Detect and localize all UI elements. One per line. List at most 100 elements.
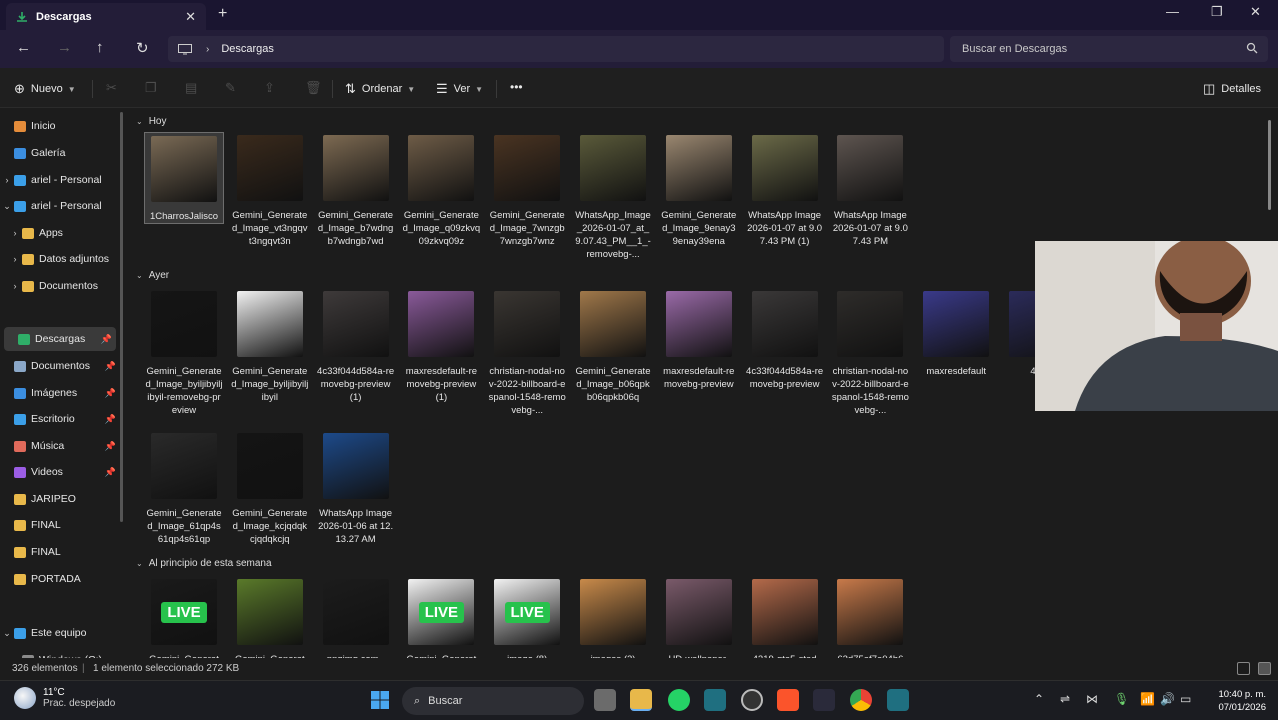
file-item[interactable]: Gemini_Generated_Image_b06qpkb06qpkb06q [573,288,653,404]
sliders-icon[interactable]: ⇌ [1060,692,1070,706]
sidebar-item[interactable]: JARIPEO [0,487,120,511]
file-item[interactable]: Gemini_Generated_Image_9enay39enay39ena [659,132,739,248]
file-item[interactable]: Gemini_Generated_Image_7wnzgb7wnzgb7wnz [487,132,567,248]
file-item[interactable]: Gemini_Generated_Image_vt3ngqvt3ngqvt3n [230,132,310,248]
file-item[interactable]: LIVEGemini_Generat [144,576,224,658]
file-item[interactable]: christian-nodal-nov-2022-billboard-espan… [830,288,910,417]
obs-icon[interactable] [741,689,763,711]
file-item[interactable]: HD-wallpaper- [659,576,739,658]
file-item[interactable]: 4c33f044d584a-removebg-preview (1) [316,288,396,404]
sidebar-item[interactable]: Inicio [0,114,120,138]
file-item[interactable]: Gemini_Generat [230,576,310,658]
sidebar-item[interactable]: ⌄ ariel - Personal [0,194,120,218]
weather-widget[interactable]: 11°C Prac. despejado [14,687,115,709]
new-button[interactable]: ⊕ Nuevo ▼ [14,81,76,97]
chrome-icon[interactable] [850,689,872,711]
microphone-icon[interactable]: 🎙 [1114,692,1129,706]
share-icon[interactable]: ⇪ [264,80,275,96]
file-item[interactable]: LIVEGemini_Generat [401,576,481,658]
group-header-this-week[interactable]: ⌄ Al principio de esta semana [136,558,272,569]
expand-chevron-icon[interactable]: ⌄ [0,628,14,639]
taskbar-search[interactable]: ⌕ Buscar [402,687,584,715]
file-item[interactable]: Gemini_Generated_Image_byiljibyiljibyil [230,288,310,404]
terminal-icon[interactable] [887,689,909,711]
sidebar-item[interactable]: Galería [0,141,120,165]
sidebar-scrollbar[interactable] [120,112,123,522]
file-explorer-icon[interactable] [630,689,652,711]
back-arrow-icon[interactable]: ← [16,39,31,56]
file-item[interactable]: WhatsApp Image 2026-01-06 at 12.13.27 AM [316,430,396,546]
sort-button[interactable]: ⇅ Ordenar ▼ [345,81,415,97]
sidebar-item[interactable]: › Datos adjuntos [0,247,120,271]
task-view-icon[interactable] [594,689,616,711]
tab-descargas[interactable]: Descargas ✕ [6,3,206,30]
capcut-icon[interactable]: ⋈ [1086,692,1098,706]
file-item[interactable]: 4219-gta5-stad [745,576,825,658]
details-view-icon[interactable] [1237,662,1250,675]
brave-icon[interactable] [777,689,799,711]
file-item[interactable]: 1CharrosJalisco [144,132,224,224]
file-item[interactable]: maxresdefault [916,288,996,378]
content-scrollbar[interactable] [1268,120,1271,210]
wifi-icon[interactable]: 📶 [1140,692,1155,706]
file-item[interactable]: Gemini_Generated_Image_kcjqdqkcjqdqkcjq [230,430,310,546]
sidebar-item[interactable]: PORTADA [0,567,120,591]
group-header-yesterday[interactable]: ⌄ Ayer [136,270,169,281]
file-item[interactable]: christian-nodal-nov-2022-billboard-espan… [487,288,567,417]
breadcrumb-segment[interactable]: Descargas [221,43,274,55]
sidebar-item[interactable]: Videos 📌 [0,460,120,484]
sidebar-item[interactable]: Música 📌 [0,434,120,458]
windows-start-icon[interactable] [370,690,390,710]
file-item[interactable]: Gemini_Generated_Image_b7wdngb7wdngb7wd [316,132,396,248]
more-options-icon[interactable]: ••• [510,80,523,94]
expand-chevron-icon[interactable]: › [8,254,22,264]
view-button[interactable]: ☰ Ver ▼ [436,81,483,97]
expand-chevron-icon[interactable]: › [8,281,22,291]
clock[interactable]: 10:40 p. m. 07/01/2026 [1204,688,1266,714]
file-item[interactable]: Gemini_Generated_Image_61qp4s61qp4s61qp [144,430,224,546]
sidebar-item[interactable]: › Apps [0,221,120,245]
battery-icon[interactable]: ▭ [1180,692,1191,706]
rename-icon[interactable]: ✎ [225,80,236,96]
tiles-view-icon[interactable] [1258,662,1271,675]
file-item[interactable]: images (2) [573,576,653,658]
copy-icon[interactable]: ❐ [145,80,157,96]
cut-icon[interactable]: ✂ [106,80,117,96]
up-arrow-icon[interactable]: ↑ [96,39,104,56]
search-input[interactable]: Buscar en Descargas [950,36,1268,62]
file-item[interactable]: maxresdefault-removebg-preview [659,288,739,391]
close-window-button[interactable]: ✕ [1250,4,1261,20]
details-button[interactable]: ◫ Detalles [1203,81,1261,97]
paste-icon[interactable]: ▤ [185,80,197,96]
tab-close-icon[interactable]: ✕ [185,9,196,25]
minimize-button[interactable]: — [1166,4,1179,19]
expand-chevron-icon[interactable]: › [0,175,14,185]
file-item[interactable]: maxresdefault-removebg-preview (1) [401,288,481,404]
sidebar-item[interactable]: › ariel - Personal [0,168,120,192]
file-item[interactable]: 62d75af7e04b6 [830,576,910,658]
forward-arrow-icon[interactable]: → [57,39,72,56]
sidebar-item[interactable]: Escritorio 📌 [0,407,120,431]
expand-chevron-icon[interactable]: ⌄ [0,201,14,212]
chevron-up-icon[interactable]: ⌃ [1034,692,1044,706]
file-item[interactable]: pngimg.com - [316,576,396,658]
sidebar-item[interactable]: Imágenes 📌 [0,381,120,405]
breadcrumb[interactable]: › Descargas [168,36,944,62]
group-header-today[interactable]: ⌄ Hoy [136,116,167,127]
new-tab-button[interactable]: + [218,5,227,23]
sidebar-item[interactable]: FINAL [0,540,120,564]
file-item[interactable]: Gemini_Generated_Image_byiljibyiljibyil-… [144,288,224,417]
file-item[interactable]: 4c33f044d584a-removebg-preview [745,288,825,391]
file-item[interactable]: Gemini_Generated_Image_q09zkvq09zkvq09z [401,132,481,248]
maximize-button[interactable]: ❐ [1211,4,1223,20]
sidebar-item[interactable]: Documentos 📌 [0,354,120,378]
sidebar-item[interactable]: ⌄ Este equipo [0,621,120,645]
file-item[interactable]: WhatsApp Image 2026-01-07 at 9.07.43 PM … [745,132,825,248]
rocket-app-icon[interactable] [813,689,835,711]
refresh-icon[interactable]: ↻ [136,39,149,57]
sidebar-item[interactable]: Descargas 📌 [4,327,116,351]
file-item[interactable]: WhatsApp_Image_2026-01-07_at_9.07.43_PM_… [573,132,653,261]
terminal-icon[interactable] [704,689,726,711]
file-item[interactable]: LIVEimage (8) [487,576,567,658]
sidebar-item[interactable]: › Documentos [0,274,120,298]
